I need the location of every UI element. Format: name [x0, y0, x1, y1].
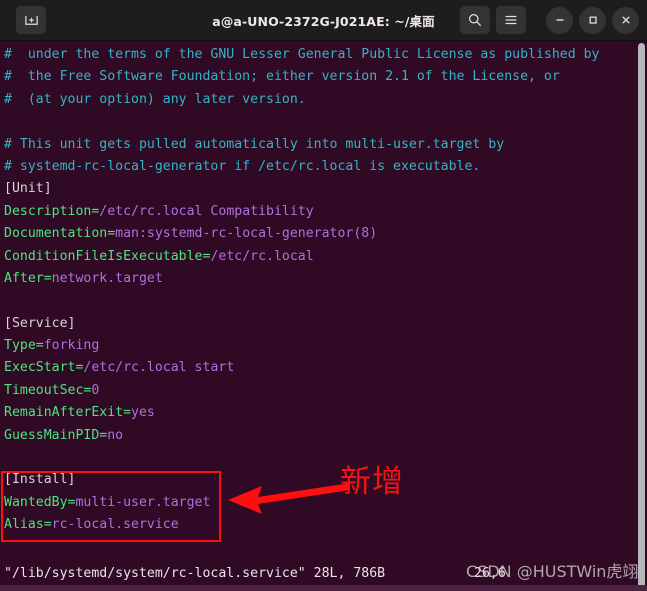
editor-token: ExecStart= [4, 360, 84, 376]
editor-token: RemainAfterExit= [4, 405, 132, 421]
editor-token: After= [4, 270, 52, 286]
editor-line: Documentation=man:systemd-rc-local-gener… [4, 223, 635, 245]
editor-line: After=network.target [4, 268, 635, 290]
annotation-label: 新增 [340, 464, 404, 500]
editor-token: # the Free Software Foundation; either v… [4, 69, 560, 85]
editor-token: # under the terms of the GNU Lesser Gene… [4, 47, 600, 62]
editor-token: [Unit] [4, 181, 52, 197]
editor-token: ConditionFileIsExecutable= [4, 248, 211, 264]
editor-line: TimeoutSec=0 [4, 380, 635, 402]
editor-line: ExecStart=/etc/rc.local start [4, 357, 635, 379]
editor-token: Type= [4, 338, 44, 354]
editor-token: [Service] [4, 315, 76, 331]
editor-token: Alias= [4, 517, 52, 533]
terminal-scrollbar[interactable] [638, 43, 645, 588]
maximize-button[interactable] [579, 6, 606, 34]
editor-token: /etc/rc.local [210, 248, 314, 264]
editor-line: WantedBy=multi-user.target [4, 492, 635, 514]
close-button[interactable] [612, 6, 639, 34]
editor-token: /etc/rc.local Compatibility [99, 203, 314, 219]
editor-line: Type=forking [4, 335, 635, 357]
editor-line: # under the terms of the GNU Lesser Gene… [4, 44, 635, 66]
editor-token: # (at your option) any later version. [4, 91, 306, 107]
editor-line: GuessMainPID=no [4, 425, 635, 447]
terminal-window: a@a-UNO-2372G-J021AE: ~/桌面 # under the t… [0, 0, 647, 591]
search-button[interactable] [460, 6, 490, 34]
editor-token: TimeoutSec= [4, 382, 92, 398]
editor-line: Description=/etc/rc.local Compatibility [4, 201, 635, 223]
search-icon [468, 13, 481, 26]
editor-token: /etc/rc.local start [83, 360, 235, 376]
editor-token: multi-user.target [75, 494, 211, 510]
editor-token: GuessMainPID= [4, 427, 108, 443]
editor-line: # systemd-rc-local-generator if /etc/rc.… [4, 156, 635, 178]
titlebar: a@a-UNO-2372G-J021AE: ~/桌面 [0, 0, 647, 41]
editor-line: [Unit] [4, 178, 635, 200]
terminal-content[interactable]: # under the terms of the GNU Lesser Gene… [0, 41, 647, 591]
editor-token: # This unit gets pulled automatically in… [4, 136, 505, 152]
titlebar-controls [460, 6, 639, 34]
editor-line: ConditionFileIsExecutable=/etc/rc.local [4, 246, 635, 268]
editor-token: yes [131, 405, 155, 421]
editor-line: [Install] [4, 469, 635, 491]
maximize-icon [589, 16, 597, 24]
window-bottom-edge [0, 585, 647, 591]
vim-statusline: "/lib/systemd/system/rc-local.service" 2… [4, 566, 386, 581]
editor-token: network.target [51, 270, 163, 286]
minimize-icon [555, 19, 564, 21]
editor-line: RemainAfterExit=yes [4, 402, 635, 424]
new-tab-icon [24, 15, 38, 25]
menu-button[interactable] [496, 6, 526, 34]
editor-token: Documentation= [4, 226, 116, 242]
vim-ruler: 26,6 [474, 566, 506, 581]
vim-editor-text: # under the terms of the GNU Lesser Gene… [4, 44, 635, 537]
close-icon [622, 16, 629, 24]
editor-line: # (at your option) any later version. [4, 89, 635, 111]
editor-token: man:systemd-rc-local-generator(8) [115, 226, 378, 242]
editor-line: [Service] [4, 313, 635, 335]
editor-token: Description= [4, 203, 100, 219]
editor-line: # This unit gets pulled automatically in… [4, 134, 635, 156]
editor-token: WantedBy= [4, 494, 76, 510]
editor-token: no [107, 427, 124, 443]
hamburger-menu-icon [505, 15, 517, 25]
editor-token: [Install] [4, 472, 76, 488]
editor-token: rc-local.service [51, 517, 179, 533]
editor-token: 0 [91, 382, 100, 398]
editor-line: # the Free Software Foundation; either v… [4, 66, 635, 88]
minimize-button[interactable] [546, 6, 573, 34]
editor-line: Alias=rc-local.service [4, 514, 635, 536]
editor-token: forking [43, 338, 100, 354]
new-tab-button[interactable] [16, 6, 46, 34]
editor-token: # systemd-rc-local-generator if /etc/rc.… [4, 158, 481, 174]
